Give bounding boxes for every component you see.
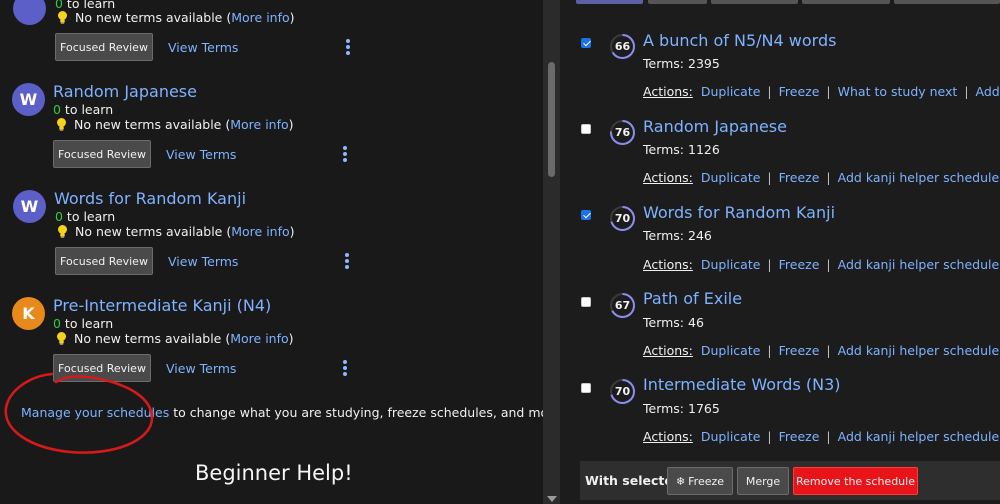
schedule-actions: Actions: Duplicate | Freeze | Add kanji help…: [643, 343, 1000, 358]
more-options-icon[interactable]: [343, 146, 347, 164]
schedule-title[interactable]: Path of Exile: [643, 289, 742, 308]
schedule-title[interactable]: Random Japanese: [643, 117, 787, 136]
focused-review-button[interactable]: Focused Review: [55, 33, 153, 61]
manage-schedules-pane: 66 A bunch of N5/N4 words Terms: 2395 Ac…: [560, 0, 1000, 504]
tab[interactable]: [711, 0, 798, 4]
view-terms-link[interactable]: View Terms: [168, 40, 238, 55]
what-to-study-next-link[interactable]: What to study next: [838, 84, 958, 99]
duplicate-link[interactable]: Duplicate: [701, 257, 761, 272]
bulk-action-bar: With selected: ❄ Freeze Merge Remove the …: [580, 461, 1000, 500]
status-line: No new terms available (More info): [56, 117, 294, 132]
to-learn-count: 0 to learn: [53, 316, 114, 331]
duplicate-link[interactable]: Duplicate: [701, 429, 761, 444]
beginner-help-heading: Beginner Help!: [195, 461, 353, 485]
schedule-actions: Actions: Duplicate | Freeze | What to study …: [643, 84, 1000, 99]
schedule-terms: Terms: 1765: [643, 401, 720, 416]
freeze-link[interactable]: Freeze: [779, 429, 820, 444]
score-ring: 70: [609, 205, 636, 232]
deck-title[interactable]: Pre-Intermediate Kanji (N4): [53, 296, 271, 315]
to-learn-count: 0 to learn: [53, 102, 114, 117]
schedule-checkbox[interactable]: [581, 383, 591, 393]
more-info-link[interactable]: More info: [230, 331, 288, 346]
schedule-title[interactable]: A bunch of N5/N4 words: [643, 31, 836, 50]
status-line: No new terms available (More info): [57, 224, 295, 239]
focused-review-button[interactable]: Focused Review: [53, 140, 151, 168]
tab[interactable]: [894, 0, 1000, 4]
add-kanji-helper-link[interactable]: Add kanji: [976, 84, 1000, 99]
more-info-link[interactable]: More info: [230, 117, 288, 132]
deck-card: W Random Japanese 0 to learn No new term…: [0, 80, 543, 180]
lightbulb-icon: [57, 332, 66, 345]
deck-avatar: [13, 0, 46, 25]
snowflake-icon: ❄: [675, 474, 686, 488]
deck-title[interactable]: Random Japanese: [53, 82, 197, 101]
tab[interactable]: [802, 0, 890, 4]
freeze-link[interactable]: Freeze: [779, 84, 820, 99]
freeze-selected-button[interactable]: ❄ Freeze: [667, 467, 733, 495]
view-terms-link[interactable]: View Terms: [166, 361, 236, 376]
freeze-link[interactable]: Freeze: [779, 343, 820, 358]
schedule-terms: Terms: 46: [643, 315, 704, 330]
deck-avatar: W: [13, 190, 46, 223]
add-kanji-helper-link[interactable]: Add kanji helper schedule: [838, 343, 1000, 358]
deck-avatar: K: [12, 297, 45, 330]
dashboard-pane: 0 to learn No new terms available (More …: [0, 0, 543, 504]
remove-schedule-button[interactable]: Remove the schedule: [793, 467, 918, 495]
lightbulb-icon: [57, 118, 66, 131]
more-info-link[interactable]: More info: [231, 224, 289, 239]
add-kanji-helper-link[interactable]: Add kanji helper schedule: [838, 257, 1000, 272]
focused-review-button[interactable]: Focused Review: [55, 247, 153, 275]
deck-card-partial: 0 to learn No new terms available (More …: [0, 0, 543, 61]
tab[interactable]: [648, 0, 707, 4]
score-ring: 66: [609, 33, 636, 60]
more-options-icon[interactable]: [346, 39, 350, 57]
score-ring: 67: [609, 292, 636, 319]
more-options-icon[interactable]: [345, 253, 349, 271]
deck-title[interactable]: Words for Random Kanji: [54, 189, 246, 208]
duplicate-link[interactable]: Duplicate: [701, 343, 761, 358]
add-kanji-helper-link[interactable]: Add kanji helper schedule: [838, 429, 1000, 444]
add-kanji-helper-link[interactable]: Add kanji helper schedule: [838, 170, 1000, 185]
schedule-terms: Terms: 2395: [643, 56, 720, 71]
schedule-actions: Actions: Duplicate | Freeze | Add kanji help…: [643, 429, 1000, 444]
duplicate-link[interactable]: Duplicate: [701, 170, 761, 185]
schedule-checkbox[interactable]: [581, 210, 591, 220]
status-line: No new terms available (More info): [56, 331, 294, 346]
schedule-title[interactable]: Words for Random Kanji: [643, 203, 835, 222]
scroll-down-arrow-icon[interactable]: [547, 496, 557, 502]
freeze-link[interactable]: Freeze: [779, 170, 820, 185]
score-ring: 70: [609, 378, 636, 405]
more-options-icon[interactable]: [343, 360, 347, 378]
scrollbar-thumb[interactable]: [548, 62, 555, 177]
schedule-checkbox[interactable]: [581, 38, 591, 48]
to-learn-count: 0 to learn: [55, 209, 116, 224]
freeze-link[interactable]: Freeze: [779, 257, 820, 272]
deck-avatar: W: [12, 83, 45, 116]
view-terms-link[interactable]: View Terms: [166, 147, 236, 162]
view-terms-link[interactable]: View Terms: [168, 254, 238, 269]
score-ring: 76: [609, 119, 636, 146]
duplicate-link[interactable]: Duplicate: [701, 84, 761, 99]
status-line: No new terms available (More info): [57, 10, 295, 25]
schedule-checkbox[interactable]: [581, 124, 591, 134]
schedule-terms: Terms: 1126: [643, 142, 720, 157]
tab[interactable]: [576, 0, 643, 4]
schedule-terms: Terms: 246: [643, 228, 712, 243]
deck-card: W Words for Random Kanji 0 to learn No n…: [0, 187, 543, 287]
schedule-actions: Actions: Duplicate | Freeze | Add kanji help…: [643, 257, 1000, 272]
schedule-checkbox[interactable]: [581, 297, 591, 307]
more-info-link[interactable]: More info: [231, 10, 289, 25]
lightbulb-icon: [58, 225, 67, 238]
red-circle-annotation: [4, 372, 154, 454]
scrollbar[interactable]: [543, 0, 560, 504]
schedule-actions: Actions: Duplicate | Freeze | Add kanji help…: [643, 170, 1000, 185]
schedule-title[interactable]: Intermediate Words (N3): [643, 375, 841, 394]
merge-button[interactable]: Merge: [737, 467, 789, 495]
lightbulb-icon: [58, 11, 67, 24]
